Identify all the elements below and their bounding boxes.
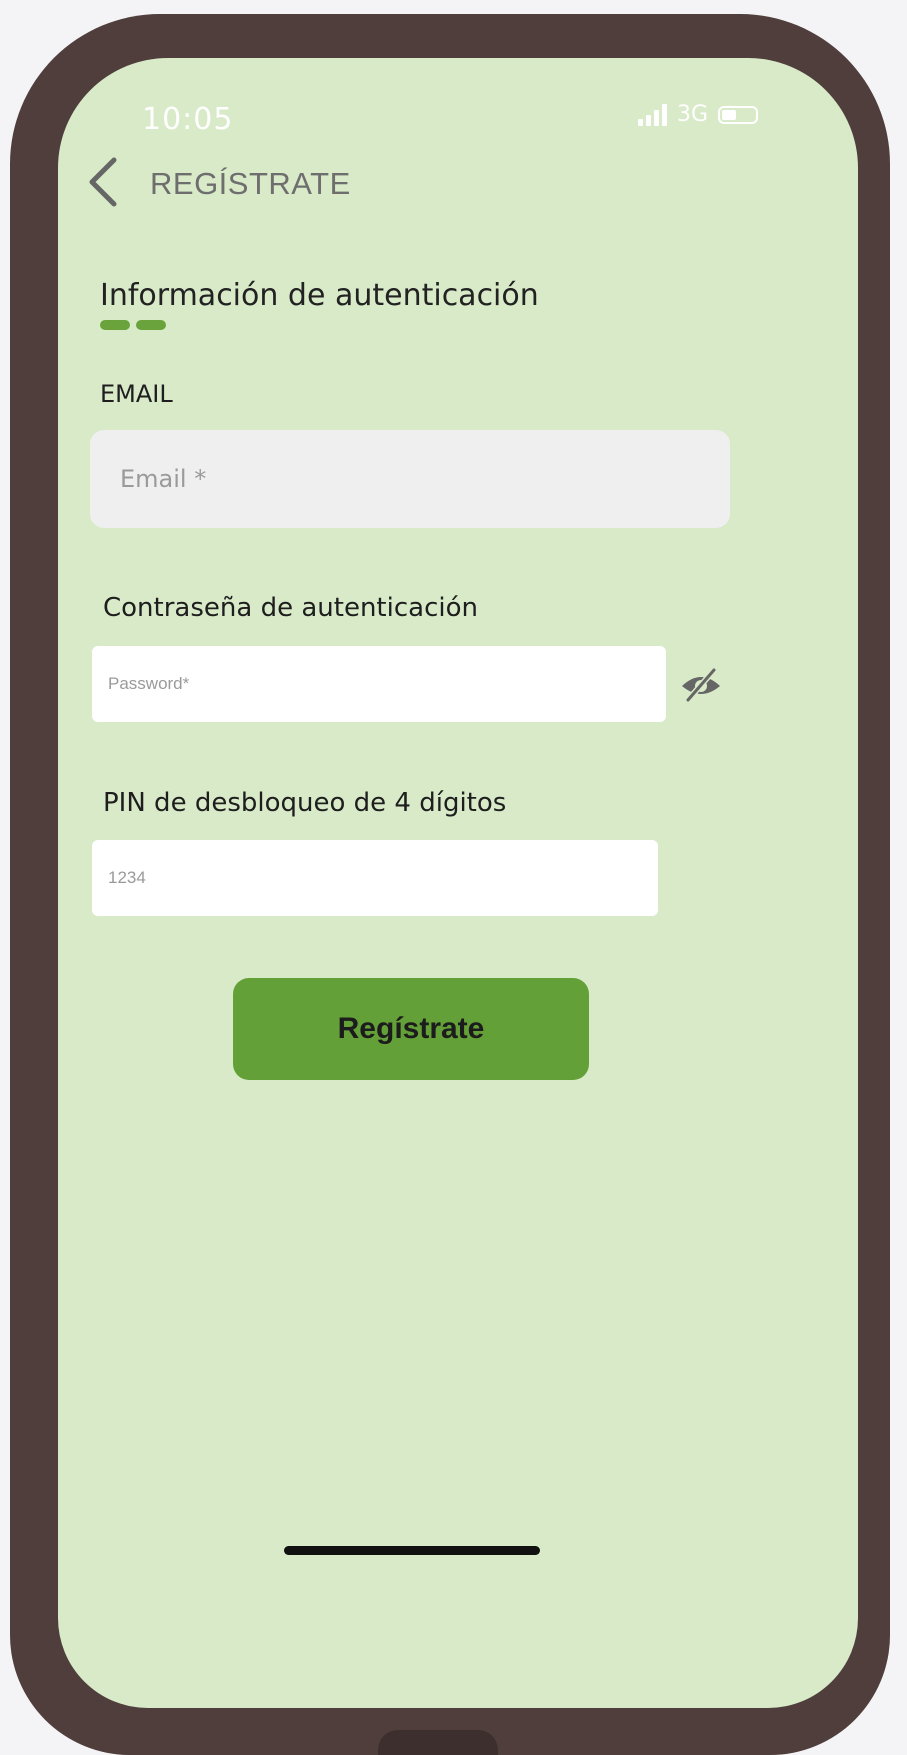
- register-button[interactable]: Regístrate: [233, 978, 589, 1080]
- chevron-left-icon[interactable]: [84, 154, 124, 210]
- email-field[interactable]: Email *: [90, 430, 730, 528]
- page-title: REGÍSTRATE: [150, 166, 351, 201]
- password-placeholder: Password*: [108, 674, 190, 693]
- register-button-label: Regístrate: [337, 1012, 485, 1045]
- network-type: 3G: [677, 102, 709, 127]
- section-title: Información de autenticación: [100, 278, 539, 313]
- section-underline: [100, 320, 166, 330]
- pin-label: PIN de desbloqueo de 4 dígitos: [103, 788, 507, 818]
- status-bar: 10:05 3G: [58, 58, 858, 137]
- header-bar: REGÍSTRATE: [58, 154, 858, 214]
- battery-icon: [718, 105, 759, 124]
- email-placeholder: Email *: [120, 465, 207, 493]
- password-label: Contraseña de autenticación: [103, 593, 478, 623]
- home-indicator[interactable]: [284, 1546, 540, 1555]
- password-field[interactable]: Password*: [92, 646, 666, 722]
- email-label: EMAIL: [100, 380, 173, 408]
- eye-off-icon[interactable]: [678, 664, 724, 704]
- status-time: 10:05: [142, 102, 234, 137]
- page: 10:05 3G REGÍSTRATE Información de auten…: [0, 0, 907, 1755]
- signal-bars-icon: [638, 103, 667, 126]
- phone-screen: 10:05 3G REGÍSTRATE Información de auten…: [58, 58, 858, 1708]
- status-indicators: 3G: [638, 102, 759, 127]
- pin-placeholder: 1234: [108, 868, 146, 887]
- pin-field[interactable]: 1234: [92, 840, 658, 916]
- phone-frame: 10:05 3G REGÍSTRATE Información de auten…: [10, 14, 890, 1755]
- phone-bottom-notch: [378, 1730, 498, 1755]
